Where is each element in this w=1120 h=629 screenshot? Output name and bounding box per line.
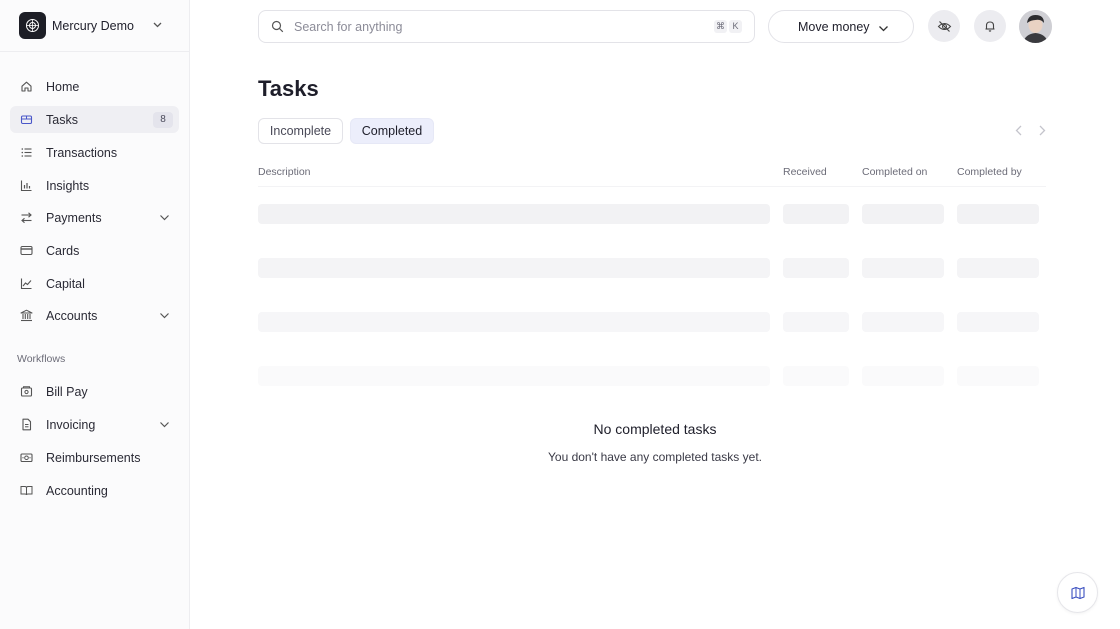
sidebar-item-label: Payments bbox=[46, 211, 102, 225]
chevron-down-icon[interactable] bbox=[158, 309, 171, 322]
sidebar-item-accounting[interactable]: Accounting bbox=[10, 477, 179, 504]
guide-button[interactable] bbox=[1057, 572, 1098, 613]
search-bar[interactable]: Search for anything ⌘ K bbox=[258, 10, 755, 43]
notifications-button[interactable] bbox=[974, 10, 1006, 42]
tab-incomplete[interactable]: Incomplete bbox=[258, 118, 343, 144]
table-header-divider bbox=[258, 186, 1046, 187]
column-header-description: Description bbox=[258, 166, 311, 178]
org-switcher[interactable]: Mercury Demo bbox=[0, 0, 189, 52]
sidebar-item-transactions[interactable]: Transactions bbox=[10, 139, 179, 166]
sidebar-item-label: Transactions bbox=[46, 146, 118, 160]
sidebar-item-insights[interactable]: Insights bbox=[10, 172, 179, 199]
sidebar-item-label: Insights bbox=[46, 179, 90, 193]
move-money-button[interactable]: Move money bbox=[768, 10, 914, 43]
book-icon bbox=[20, 486, 33, 496]
sidebar-item-label: Home bbox=[46, 80, 80, 94]
search-icon bbox=[271, 20, 284, 33]
sidebar-item-label: Capital bbox=[46, 277, 85, 291]
empty-state-message: You don't have any completed tasks yet. bbox=[548, 450, 762, 464]
tasks-count-badge: 8 bbox=[153, 112, 173, 128]
sidebar-item-capital[interactable]: Capital bbox=[10, 270, 179, 297]
map-icon bbox=[1070, 586, 1085, 599]
sidebar-item-bill-pay[interactable]: Bill Pay bbox=[10, 378, 179, 405]
chevron-down-icon bbox=[153, 22, 162, 28]
column-header-completed-by: Completed by bbox=[957, 166, 1022, 178]
list-icon bbox=[21, 148, 32, 157]
sidebar-section-workflows: Workflows bbox=[17, 353, 66, 365]
search-input[interactable]: Search for anything bbox=[294, 20, 402, 34]
user-avatar[interactable] bbox=[1019, 10, 1052, 43]
eye-off-icon bbox=[937, 20, 951, 32]
line-chart-icon bbox=[20, 278, 32, 290]
hide-balances-button[interactable] bbox=[928, 10, 960, 42]
org-logo bbox=[19, 12, 46, 39]
bank-icon bbox=[20, 309, 33, 322]
column-header-received: Received bbox=[783, 166, 827, 178]
column-header-completed-on: Completed on bbox=[862, 166, 928, 178]
sidebar-item-label: Accounting bbox=[46, 484, 108, 498]
shortcut-key-k: K bbox=[729, 20, 742, 33]
sidebar-item-accounts[interactable]: Accounts bbox=[10, 302, 179, 329]
sidebar-item-tasks[interactable]: Tasks 8 bbox=[10, 106, 179, 133]
sidebar-item-label: Tasks bbox=[46, 113, 78, 127]
sidebar-item-label: Accounts bbox=[46, 309, 98, 323]
bell-icon bbox=[985, 21, 995, 32]
chevron-down-icon bbox=[879, 26, 888, 32]
home-icon bbox=[21, 81, 32, 92]
sidebar-item-label: Bill Pay bbox=[46, 385, 88, 399]
page-title: Tasks bbox=[258, 76, 319, 101]
card-icon bbox=[20, 245, 33, 256]
sidebar: Mercury Demo Home Tasks 8 Transactions I… bbox=[0, 0, 190, 629]
bar-chart-icon bbox=[20, 180, 32, 192]
shortcut-key-cmd: ⌘ bbox=[714, 20, 727, 33]
sidebar-item-home[interactable]: Home bbox=[10, 73, 179, 100]
empty-state-title: No completed tasks bbox=[593, 421, 717, 437]
next-page-icon[interactable] bbox=[1036, 124, 1048, 137]
move-money-label: Move money bbox=[798, 20, 870, 34]
bill-icon bbox=[20, 386, 33, 397]
avatar-image bbox=[1019, 10, 1052, 43]
previous-page-icon[interactable] bbox=[1013, 124, 1025, 137]
sidebar-item-label: Cards bbox=[46, 244, 80, 258]
org-name: Mercury Demo bbox=[52, 18, 134, 33]
sidebar-item-payments[interactable]: Payments bbox=[10, 204, 179, 231]
sidebar-item-cards[interactable]: Cards bbox=[10, 237, 179, 264]
tab-completed[interactable]: Completed bbox=[350, 118, 434, 144]
org-logo-icon bbox=[26, 19, 39, 32]
tasks-icon bbox=[20, 115, 33, 125]
chevron-down-icon[interactable] bbox=[158, 211, 171, 224]
transfer-arrows-icon bbox=[21, 212, 32, 224]
